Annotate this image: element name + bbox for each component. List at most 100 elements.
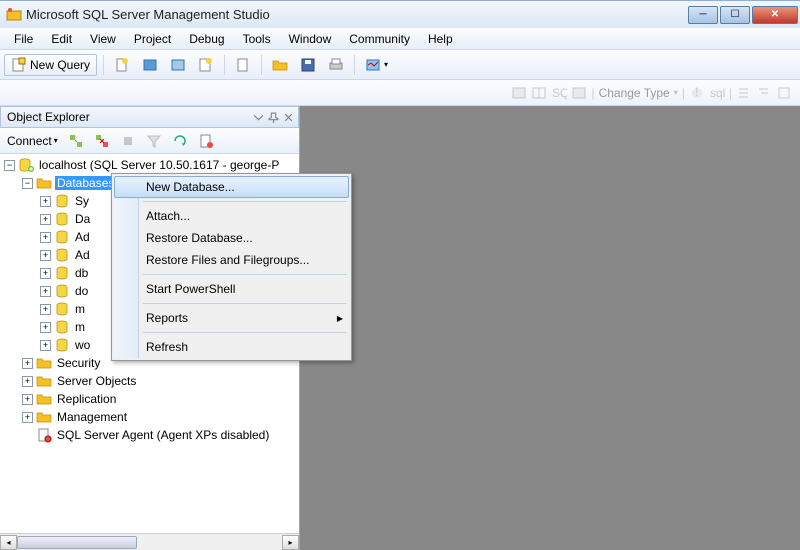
menu-community[interactable]: Community (341, 30, 418, 48)
expand-toggle[interactable]: + (40, 214, 51, 225)
close-button[interactable]: ✕ (752, 6, 798, 24)
tree-label: localhost (SQL Server 10.50.1617 - georg… (37, 158, 281, 172)
dmx-icon (170, 57, 186, 73)
scroll-thumb[interactable] (17, 536, 137, 549)
context-menu-start-powershell[interactable]: Start PowerShell (114, 278, 349, 300)
tree-label: SQL Server Agent (Agent XPs disabled) (55, 428, 271, 442)
menu-edit[interactable]: Edit (43, 30, 80, 48)
xmla-icon (198, 57, 214, 73)
expand-toggle[interactable]: + (40, 304, 51, 315)
indent-icon (736, 85, 752, 101)
horizontal-scrollbar[interactable]: ◂ ▸ (0, 533, 299, 550)
menu-help[interactable]: Help (420, 30, 461, 48)
expand-toggle[interactable]: + (40, 250, 51, 261)
toolbar-button[interactable] (194, 54, 218, 76)
menu-file[interactable]: File (6, 30, 41, 48)
disconnect-icon (94, 133, 110, 149)
save-button[interactable] (296, 54, 320, 76)
refresh-icon (172, 133, 188, 149)
toolbar-button[interactable] (166, 54, 190, 76)
expand-toggle[interactable]: − (22, 178, 33, 189)
context-menu-reports[interactable]: Reports▶ (114, 307, 349, 329)
connect-button[interactable]: Connect▾ (4, 131, 61, 151)
menu-window[interactable]: Window (281, 30, 340, 48)
svg-text:SQL: SQL (552, 86, 567, 100)
mdx-icon (142, 57, 158, 73)
expand-toggle[interactable]: + (40, 196, 51, 207)
scroll-right-button[interactable]: ▸ (282, 535, 299, 550)
grid-icon (531, 85, 547, 101)
expand-toggle[interactable]: + (40, 322, 51, 333)
menu-tools[interactable]: Tools (235, 30, 279, 48)
results-icon (571, 85, 587, 101)
pin-icon[interactable] (268, 112, 279, 123)
tree-label: db (73, 266, 90, 280)
doc2-icon (235, 57, 251, 73)
tree-label: Replication (55, 392, 118, 406)
new-query-button[interactable]: New Query (4, 54, 97, 76)
expand-toggle[interactable]: + (40, 286, 51, 297)
toolbar-button[interactable] (138, 54, 162, 76)
tree-label: do (73, 284, 90, 298)
activity-button[interactable]: ▾ (361, 54, 392, 76)
doc-icon (114, 57, 130, 73)
tree-label: Databases (55, 176, 116, 190)
oe-refresh-button[interactable] (169, 131, 191, 151)
context-menu-separator (143, 274, 347, 275)
context-menu-attach[interactable]: Attach... (114, 205, 349, 227)
scroll-left-button[interactable]: ◂ (0, 535, 17, 550)
folder-server-objects[interactable]: + Server Objects (0, 372, 299, 390)
context-menu-separator (143, 303, 347, 304)
context-menu-refresh[interactable]: Refresh (114, 336, 349, 358)
context-menu: New Database... Attach...Restore Database… (111, 173, 352, 361)
tree-label: Da (73, 212, 92, 226)
object-explorer-header: Object Explorer (0, 106, 299, 128)
toolbar-button[interactable] (110, 54, 134, 76)
server-node[interactable]: − localhost (SQL Server 10.50.1617 - geor… (0, 156, 299, 174)
window-title: Microsoft SQL Server Management Studio (26, 7, 686, 22)
mdi-area (300, 106, 800, 550)
context-menu-separator (143, 201, 347, 202)
menu-debug[interactable]: Debug (181, 30, 232, 48)
expand-toggle[interactable]: + (22, 376, 33, 387)
oe-stop-button[interactable] (117, 131, 139, 151)
oe-script-button[interactable] (195, 131, 217, 151)
dropdown-icon[interactable] (253, 112, 264, 123)
context-menu-separator (143, 332, 347, 333)
run-icon: ! (689, 85, 705, 101)
sql-icon: SQL (551, 85, 567, 101)
open-button[interactable] (268, 54, 292, 76)
expand-toggle[interactable]: + (22, 412, 33, 423)
context-menu-restore-database[interactable]: Restore Database... (114, 227, 349, 249)
sql-server-agent-node[interactable]: SQL Server Agent (Agent XPs disabled) (0, 426, 299, 444)
new-query-icon (11, 57, 27, 73)
oe-filter-button[interactable] (143, 131, 165, 151)
tree-label: Ad (73, 248, 92, 262)
new-query-label: New Query (30, 58, 90, 72)
maximize-button[interactable]: ☐ (720, 6, 750, 24)
oe-disconnect-icon[interactable] (91, 131, 113, 151)
expand-toggle[interactable]: − (4, 160, 15, 171)
folder-replication[interactable]: + Replication (0, 390, 299, 408)
print-button[interactable] (324, 54, 348, 76)
menu-project[interactable]: Project (126, 30, 179, 48)
svg-text:!: ! (695, 85, 698, 99)
svg-text:sql: sql (710, 86, 725, 100)
oe-connect-icon[interactable] (65, 131, 87, 151)
toolbar-button[interactable] (231, 54, 255, 76)
expand-toggle[interactable]: + (22, 394, 33, 405)
expand-toggle[interactable]: + (22, 358, 33, 369)
folder-management[interactable]: +Management (0, 408, 299, 426)
expand-toggle[interactable]: + (40, 340, 51, 351)
expand-toggle[interactable]: + (40, 232, 51, 243)
menu-view[interactable]: View (82, 30, 124, 48)
expand-toggle[interactable]: + (40, 268, 51, 279)
tree-label: wo (73, 338, 92, 352)
context-menu-restore-files-and-filegroups[interactable]: Restore Files and Filegroups... (114, 249, 349, 271)
tree-label: Server Objects (55, 374, 138, 388)
minimize-button[interactable]: ─ (688, 6, 718, 24)
object-explorer-title: Object Explorer (7, 110, 249, 124)
tree-label: Ad (73, 230, 92, 244)
context-menu-new-database[interactable]: New Database... (114, 176, 349, 198)
panel-close-icon[interactable] (283, 112, 294, 123)
